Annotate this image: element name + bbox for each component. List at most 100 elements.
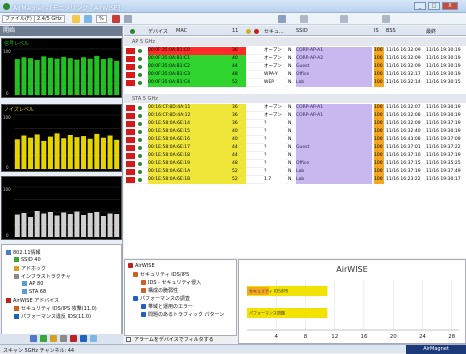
table-row[interactable]: 00:0F:35:0A:B1:C4 52 WEP N Lab 100 11/16 16:32…: [124, 79, 466, 87]
col-is[interactable]: IS: [374, 28, 379, 34]
search-icon[interactable]: [278, 15, 286, 23]
cell-ssid: CORP-AP-A2: [296, 55, 372, 63]
tools-icon[interactable]: [80, 335, 87, 342]
cell-bss: 100: [374, 160, 384, 168]
col-ssid[interactable]: SSID: [296, 28, 308, 34]
tree-icon: [14, 257, 19, 262]
table-row[interactable]: 00:1E:58:0A:6E:15 40? N 100 11/16 16:32:40 11…: [124, 128, 466, 136]
filter-checkbox[interactable]: [126, 337, 131, 342]
file-menu[interactable]: ファイル(F): [2, 15, 35, 23]
status-dot-icon: [138, 178, 142, 182]
chart-bar: [87, 213, 93, 237]
infrastructure-icon[interactable]: [60, 335, 67, 342]
chart-bar: [100, 137, 106, 169]
cell-ch: 36: [232, 104, 246, 112]
cell-mac: 00:1E:58:0A:6E:1B: [148, 176, 232, 184]
advice-item[interactable]: 問題のあるトラフィック パターン: [141, 311, 224, 318]
band-select[interactable]: 2.4/5 GHz: [34, 15, 65, 23]
minimize-button[interactable]: _: [414, 2, 426, 10]
tree-item[interactable]: STA 68: [22, 289, 46, 295]
chart-bar: [54, 58, 60, 95]
chart-bar: [54, 133, 60, 169]
signal-icon: [126, 153, 135, 159]
tree-item[interactable]: アドホック: [14, 265, 46, 272]
tree-item[interactable]: AP 80: [22, 281, 43, 287]
cell-first: 11/16 16:32:17: [386, 71, 426, 79]
table-row[interactable]: 00:1E:58:0A:6E:18 44? N 100 11/16 16:37:10 11…: [124, 152, 466, 160]
table-row[interactable]: 00:1E:58:0A:6E:14 36? N 100 11/16 16:32:09 11…: [124, 120, 466, 128]
tree-item[interactable]: パフォーマンス違反 IDS(11.0): [14, 313, 91, 320]
table-row[interactable]: 00:0F:35:0A:B1:C0 36 オープン N CORP-AP-A1 100 11/…: [124, 47, 466, 55]
cell-ssid: Office: [296, 71, 372, 79]
cell-ssid: Lab: [296, 79, 372, 87]
signal-icon: [126, 137, 135, 143]
tree-item[interactable]: 802.11情報: [6, 249, 41, 256]
x-tick-label: 12: [331, 334, 338, 340]
cell-n: N: [288, 168, 296, 176]
cell-mac: 00:1E:58:0A:6E:1A: [148, 168, 232, 176]
tree-item[interactable]: セキュリティ IDS/IPS 攻撃(11.0): [14, 305, 97, 312]
export-icon[interactable]: [300, 15, 308, 23]
table-row[interactable]: 00:1E:58:0A:6E:16 40? N 100 11/16 16:43:08 11…: [124, 136, 466, 144]
error-icon: [141, 304, 146, 309]
zoom-select[interactable]: %: [96, 15, 107, 23]
ids-icon: [141, 280, 146, 285]
table-row[interactable]: 00:1E:58:0A:6E:1B 52 1.7 N Lab 100 11/16 16:23…: [124, 176, 466, 184]
airwise-icon[interactable]: [70, 335, 77, 342]
table-row[interactable]: 00:0F:35:0A:B1:C1 40 オープン N CORP-AP-A2 100 11/…: [124, 55, 466, 63]
cell-bss: 100: [374, 168, 384, 176]
cell-last: 11/16 19:37:49: [426, 168, 466, 176]
stop-icon[interactable]: [112, 15, 120, 23]
col-device[interactable]: デバイス: [148, 28, 168, 35]
start-icon[interactable]: [30, 335, 37, 342]
report-nav-icon[interactable]: [90, 335, 97, 342]
maximize-button[interactable]: □: [428, 2, 440, 10]
filter-checkbox-row[interactable]: アラームをデバイスでフィルタする: [124, 336, 237, 344]
refresh-icon[interactable]: [84, 15, 92, 23]
advice-item[interactable]: 構成の脆弱性: [141, 287, 178, 294]
cell-ch: 48: [232, 160, 246, 168]
tree-item[interactable]: AirWISE アドバイス: [6, 297, 59, 304]
cell-ch: 48: [232, 71, 246, 79]
cell-n: N: [288, 160, 296, 168]
cell-ssid: CORP-AP-A1: [296, 112, 372, 120]
table-row[interactable]: 00:1E:58:0A:6E:17 44? N Guest 100 11/16 16:37…: [124, 144, 466, 152]
help-icon[interactable]: [382, 15, 390, 23]
col-last[interactable]: 最終: [426, 28, 436, 35]
cell-ssid: [296, 152, 372, 160]
x-tick-label: 24: [419, 334, 426, 340]
channel-icon[interactable]: [50, 335, 57, 342]
group-ap[interactable]: AP 5 GHz: [124, 37, 466, 46]
group-sta[interactable]: STA 5 GHz: [124, 94, 466, 103]
signal-icon: [126, 48, 135, 54]
cell-first: 11/16 16:32:07: [386, 104, 426, 112]
chart-bar: [81, 215, 87, 237]
cell-last: 11/16 19:37:19: [426, 120, 466, 128]
tree-item[interactable]: SSID 40: [14, 257, 41, 263]
cell-ch: 36: [232, 47, 246, 55]
alarm-icon: [254, 29, 259, 34]
survey-icon[interactable]: [40, 335, 47, 342]
advice-item[interactable]: セキュリティ IDS/IPS: [133, 271, 189, 278]
col-bss[interactable]: BSS: [386, 28, 396, 34]
table-row[interactable]: 00:0F:35:0A:B1:C3 48 WPA-Y N Office 100 11/16 …: [124, 71, 466, 79]
table-row[interactable]: 00:16:CF:8D:4A:11 36 オープン N CORP-AP-A1 100 11/…: [124, 104, 466, 112]
table-row[interactable]: 00:1E:58:0A:6E:19 48? N Office 100 11/16 16:3…: [124, 160, 466, 168]
advice-item[interactable]: 帯域と運用のエラー: [141, 303, 193, 310]
col-mac[interactable]: MAC: [176, 28, 187, 34]
filter-icon[interactable]: [124, 15, 132, 23]
advice-item[interactable]: AirWISE: [128, 263, 155, 269]
col-channel[interactable]: 11: [232, 28, 238, 34]
table-row[interactable]: 00:1E:58:0A:6E:1A 52? N Lab 100 11/16 16:37:1…: [124, 168, 466, 176]
advice-item[interactable]: パフォーマンスの調査: [133, 295, 190, 302]
table-row[interactable]: 00:0F:35:0A:B1:C2 44 オープン N Guest 100 11/16 16…: [124, 63, 466, 71]
advice-item[interactable]: IDS - セキュリティ侵入: [141, 279, 201, 286]
cell-mac: 00:0F:35:0A:B1:C1: [148, 55, 232, 63]
signal-icon: [126, 145, 135, 151]
col-security[interactable]: セキュ...: [264, 28, 284, 35]
settings-icon[interactable]: [72, 15, 80, 23]
close-button[interactable]: X: [442, 2, 458, 10]
tree-item[interactable]: インフラストラクチャ: [14, 273, 71, 280]
report-icon[interactable]: [340, 15, 348, 23]
table-row[interactable]: 00:16:CF:8D:4A:12 36 オープン N CORP-AP-A1 100 11/…: [124, 112, 466, 120]
